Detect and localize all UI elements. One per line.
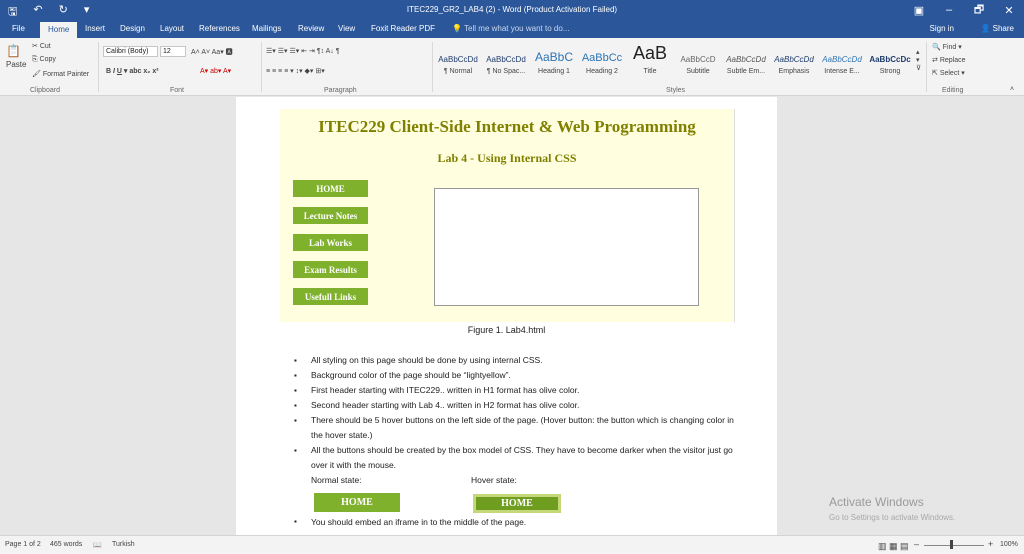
- align-icons[interactable]: ≡ ≡ ≡ ≡ ▾ ↕▾ ◆▾ ⊞▾: [266, 67, 325, 75]
- style-strong[interactable]: AaBbCcDc Strong: [866, 42, 914, 82]
- editing-group-label: Editing: [942, 87, 964, 94]
- style-heading-1[interactable]: AaBbC Heading 1: [530, 42, 578, 82]
- list-item: There should be 5 hover buttons on the l…: [294, 413, 734, 443]
- font-grow-shrink-icons[interactable]: A˄ A˅ Aa▾ 🅰: [191, 47, 233, 57]
- close-button[interactable]: ✕: [994, 0, 1024, 20]
- zoom-in-icon[interactable]: +: [988, 539, 993, 549]
- lightbulb-icon: 💡: [452, 24, 465, 33]
- tab-mailings[interactable]: Mailings: [252, 24, 281, 33]
- normal-state-label: Normal state:: [311, 475, 362, 485]
- tab-insert[interactable]: Insert: [85, 24, 105, 33]
- tab-design[interactable]: Design: [120, 24, 145, 33]
- font-size-select[interactable]: 12: [160, 46, 186, 57]
- activate-windows-watermark: Activate Windows Go to Settings to activ…: [829, 495, 956, 522]
- share-button[interactable]: 👤 Share: [980, 24, 1014, 33]
- tab-file[interactable]: File: [12, 24, 25, 33]
- cut-button[interactable]: ✂ Cut: [32, 42, 51, 50]
- font-format-icons[interactable]: B I U ▾ abc x₂ x²: [106, 67, 159, 75]
- list-item: All styling on this page should be done …: [294, 353, 734, 368]
- style-title[interactable]: AaB Title: [626, 42, 674, 82]
- styles-scroll-icon[interactable]: ▴ ▾ ⊽: [916, 48, 921, 72]
- zoom-slider[interactable]: [924, 545, 984, 546]
- nav-button-usefull-links: Usefull Links: [293, 288, 368, 305]
- restore-button[interactable]: 🗗: [964, 0, 994, 20]
- list-item: Background color of the page should be “…: [294, 368, 734, 383]
- language-label[interactable]: Turkish: [112, 541, 135, 548]
- nav-button-home: HOME: [293, 180, 368, 197]
- demo-button-normal: HOME: [314, 493, 400, 512]
- copy-button[interactable]: ⎘ Copy: [32, 56, 56, 64]
- style-subtle-emphasis[interactable]: AaBbCcDd Subtle Em...: [722, 42, 770, 82]
- replace-icon: ⇄: [932, 57, 940, 64]
- figure-h2: Lab 4 - Using Internal CSS: [437, 151, 577, 165]
- tab-layout[interactable]: Layout: [160, 24, 184, 33]
- tab-home[interactable]: Home: [40, 22, 78, 38]
- ribbon: Paste 📋 ✂ Cut ⎘ Copy 🖌 Format Painter Cl…: [0, 38, 1024, 96]
- list-icons[interactable]: ☰▾ ☰▾ ☰▾ ⇤ ⇥ ¶↕ A↓ ¶: [266, 47, 340, 55]
- list-item: You should embed an iframe in to the mid…: [294, 517, 526, 527]
- tab-foxit[interactable]: Foxit Reader PDF: [371, 24, 435, 33]
- nav-button-lecture-notes: Lecture Notes: [293, 207, 368, 224]
- format-painter-button[interactable]: 🖌 Format Painter: [32, 70, 89, 78]
- font-color-icons[interactable]: A▾ ab▾ A▾: [200, 67, 231, 75]
- paste-button[interactable]: Paste: [6, 60, 26, 69]
- list-item: All the buttons should be created by the…: [294, 443, 734, 473]
- style-normal[interactable]: AaBbCcDd ¶ Normal: [434, 42, 482, 82]
- tab-view[interactable]: View: [338, 24, 355, 33]
- zoom-slider-handle[interactable]: [950, 540, 953, 549]
- paragraph-group-label: Paragraph: [324, 87, 357, 94]
- magnifier-icon: 🔍: [932, 44, 943, 51]
- figure-h1: ITEC229 Client-Side Internet & Web Progr…: [318, 117, 696, 136]
- nav-button-lab-works: Lab Works: [293, 234, 368, 251]
- title-bar: 🖫 ↶ ↻ ▾ ITEC229_GR2_LAB4 (2) - Word (Pro…: [0, 0, 1024, 20]
- style-intense-emphasis[interactable]: AaBbCcDd Intense E...: [818, 42, 866, 82]
- tab-references[interactable]: References: [199, 24, 240, 33]
- ribbon-display-icon[interactable]: ▣: [904, 0, 934, 20]
- select-button[interactable]: ⇱ Select ▾: [932, 69, 965, 77]
- paste-icon[interactable]: 📋: [6, 44, 21, 58]
- styles-group-label: Styles: [666, 87, 686, 94]
- collapse-ribbon-icon[interactable]: ˄: [1010, 86, 1014, 93]
- zoom-out-icon[interactable]: –: [914, 539, 919, 549]
- style-subtitle[interactable]: AaBbCcD Subtitle: [674, 42, 722, 82]
- view-mode-icons[interactable]: ▥ ▦ ▤: [878, 541, 909, 552]
- status-bar: Page 1 of 2 465 words 📖 Turkish ▥ ▦ ▤ – …: [0, 535, 1024, 554]
- clipboard-group-label: Clipboard: [30, 87, 60, 94]
- person-icon: 👤: [980, 24, 993, 33]
- style-no-spacing[interactable]: AaBbCcDd ¶ No Spac...: [482, 42, 530, 82]
- hover-state-label: Hover state:: [471, 475, 517, 485]
- page-count[interactable]: Page 1 of 2: [5, 541, 41, 548]
- list-item: First header starting with ITEC229.. wri…: [294, 383, 734, 398]
- scissors-icon: ✂: [32, 43, 40, 50]
- sign-in-link[interactable]: Sign in: [930, 24, 954, 33]
- cursor-icon: ⇱: [932, 70, 940, 77]
- figure-caption: Figure 1. Lab4.html: [467, 325, 546, 335]
- window-title: ITEC229_GR2_LAB4 (2) - Word (Product Act…: [406, 5, 618, 14]
- document-page[interactable]: ITEC229 Client-Side Internet & Web Progr…: [236, 97, 777, 535]
- zoom-level[interactable]: 100%: [1000, 541, 1018, 548]
- list-item: Second header starting with Lab 4.. writ…: [294, 398, 734, 413]
- replace-button[interactable]: ⇄ Replace: [932, 56, 966, 64]
- minimize-button[interactable]: –: [934, 0, 964, 20]
- tell-me-search[interactable]: 💡 Tell me what you want to do...: [452, 24, 569, 33]
- requirements-list: All styling on this page should be done …: [294, 353, 734, 473]
- iframe-placeholder: [434, 188, 699, 306]
- copy-icon: ⎘: [32, 56, 40, 63]
- font-name-select[interactable]: Calibri (Body): [103, 46, 158, 57]
- style-heading-2[interactable]: AaBbCc Heading 2: [578, 42, 626, 82]
- nav-button-exam-results: Exam Results: [293, 261, 368, 278]
- proofing-icon[interactable]: 📖: [93, 541, 102, 549]
- figure-lab4-page: ITEC229 Client-Side Internet & Web Progr…: [280, 109, 735, 322]
- style-emphasis[interactable]: AaBbCcDd Emphasis: [770, 42, 818, 82]
- document-area[interactable]: ITEC229 Client-Side Internet & Web Progr…: [0, 97, 1024, 535]
- demo-button-hover: HOME: [473, 494, 561, 513]
- ribbon-tabs: File Home Insert Design Layout Reference…: [0, 20, 1024, 38]
- font-group-label: Font: [170, 87, 185, 94]
- word-count[interactable]: 465 words: [50, 541, 82, 548]
- find-button[interactable]: 🔍 Find ▾: [932, 43, 962, 51]
- paintbrush-icon: 🖌: [32, 71, 43, 78]
- tab-review[interactable]: Review: [298, 24, 324, 33]
